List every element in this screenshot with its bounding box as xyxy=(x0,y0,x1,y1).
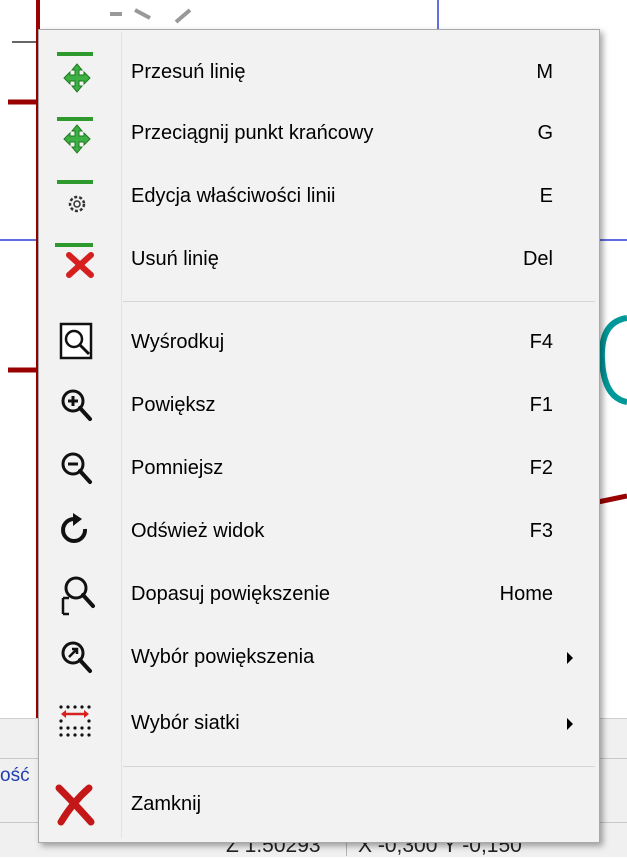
menu-item-label: Odśwież widok xyxy=(131,520,265,542)
menu-item-shortcut: F3 xyxy=(529,520,553,542)
menu-item-label: Wybór siatki xyxy=(131,712,240,734)
menu-item-edit-line-properties[interactable]: Edycja właściwości linii E xyxy=(41,166,597,226)
menu-item-shortcut: Del xyxy=(522,248,553,270)
status-left-text: ość xyxy=(0,765,30,786)
menu-item-label: Przesuń linię xyxy=(131,61,246,83)
center-icon xyxy=(49,320,103,364)
grid-select-icon xyxy=(49,701,103,745)
menu-item-label: Przeciągnij punkt krańcowy xyxy=(131,122,374,144)
context-menu: Przesuń linię M Przeciągnij punkt krańco… xyxy=(38,29,600,843)
menu-item-shortcut: G xyxy=(537,122,553,144)
menu-item-zoom-out[interactable]: Pomniejsz F2 xyxy=(41,438,597,498)
menu-item-label: Powiększ xyxy=(131,394,216,416)
menu-item-delete-line[interactable]: Usuń linię Del xyxy=(41,229,597,289)
menu-item-center[interactable]: Wyśrodkuj F4 xyxy=(41,312,597,372)
menu-item-drag-endpoint[interactable]: Przeciągnij punkt krańcowy G xyxy=(41,103,597,163)
menu-item-shortcut: M xyxy=(536,61,553,83)
menu-item-label: Dopasuj powiększenie xyxy=(131,583,331,605)
menu-item-label: Pomniejsz xyxy=(131,457,224,479)
menu-item-zoom-in[interactable]: Powiększ F1 xyxy=(41,375,597,435)
submenu-arrow-icon xyxy=(567,718,573,730)
menu-item-refresh-view[interactable]: Odśwież widok F3 xyxy=(41,501,597,561)
refresh-icon xyxy=(49,509,103,553)
zoom-fit-icon xyxy=(49,572,103,616)
menu-item-label: Edycja właściwości linii xyxy=(131,185,336,207)
menu-item-shortcut: F4 xyxy=(529,331,553,353)
menu-item-zoom-select[interactable]: Wybór powiększenia xyxy=(41,627,597,687)
menu-item-close[interactable]: Zamknij xyxy=(41,774,597,834)
close-icon xyxy=(49,782,103,826)
menu-item-label: Wyśrodkuj xyxy=(131,331,225,353)
menu-item-shortcut: F1 xyxy=(529,394,553,416)
menu-item-label: Wybór powiększenia xyxy=(131,646,315,668)
menu-item-move-line[interactable]: Przesuń linię M xyxy=(41,42,597,102)
edit-line-properties-icon xyxy=(49,174,103,218)
menu-item-label: Usuń linię xyxy=(131,248,219,270)
menu-item-shortcut: Home xyxy=(499,583,553,605)
menu-item-shortcut: F2 xyxy=(529,457,553,479)
menu-item-grid-select[interactable]: Wybór siatki xyxy=(41,693,597,753)
submenu-arrow-icon xyxy=(567,652,573,664)
zoom-out-icon xyxy=(49,446,103,490)
menu-separator xyxy=(123,766,595,767)
delete-line-icon xyxy=(49,237,103,281)
menu-item-shortcut: E xyxy=(539,185,553,207)
menu-item-zoom-fit[interactable]: Dopasuj powiększenie Home xyxy=(41,564,597,624)
menu-item-label: Zamknij xyxy=(131,793,202,815)
menu-separator xyxy=(123,301,595,302)
zoom-in-icon xyxy=(49,383,103,427)
move-line-icon xyxy=(49,50,103,94)
drag-endpoint-icon xyxy=(49,111,103,155)
zoom-select-icon xyxy=(49,635,103,679)
